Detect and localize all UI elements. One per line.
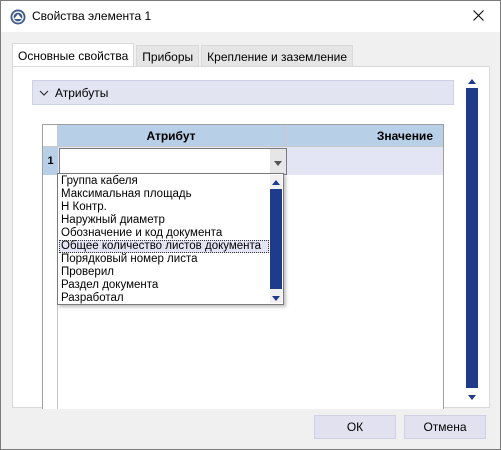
tab-devices[interactable]: Приборы (136, 45, 200, 67)
column-header-label: Атрибут (146, 128, 196, 143)
dropdown-scrollbar[interactable] (270, 175, 282, 303)
tab-label: Приборы (142, 49, 194, 64)
chevron-down-icon (274, 155, 282, 169)
value-cell[interactable] (285, 146, 443, 175)
dropdown-option[interactable]: Порядковый номер листа (59, 253, 269, 266)
dropdown-option[interactable]: Разработал (59, 292, 269, 305)
app-logo-icon (10, 9, 26, 25)
attribute-dropdown-list[interactable]: Группа кабеля Максимальная площадь Н Кон… (57, 173, 284, 305)
row-number-column (43, 175, 58, 410)
dropdown-option[interactable]: Проверил (59, 266, 269, 279)
scroll-down-button[interactable] (270, 291, 282, 303)
tab-basic-properties[interactable]: Основные свойства (12, 43, 135, 67)
section-title: Атрибуты (55, 85, 109, 100)
tab-strip: Основные свойства Приборы Крепление и за… (12, 43, 355, 67)
ok-button[interactable]: ОК (314, 415, 396, 439)
dropdown-option[interactable]: Группа кабеля (59, 175, 269, 188)
grid-header: Атрибут Значение (43, 125, 443, 146)
chevron-down-icon (33, 81, 55, 104)
combobox-dropdown-button[interactable] (270, 149, 286, 174)
table-row[interactable]: 1 (43, 146, 443, 175)
grid-corner (43, 125, 58, 146)
attributes-section-header[interactable]: Атрибуты (32, 80, 454, 105)
scroll-thumb[interactable] (270, 189, 282, 289)
panel-scrollbar[interactable] (466, 74, 478, 402)
attribute-combobox[interactable] (59, 148, 287, 175)
column-header-label: Значение (376, 128, 433, 143)
dropdown-option[interactable]: Максимальная площадь (59, 188, 269, 201)
arrow-up-icon (468, 73, 476, 87)
close-icon (472, 9, 484, 24)
dropdown-option[interactable]: Н Контр. (59, 201, 269, 214)
tab-label: Основные свойства (18, 48, 129, 63)
arrow-down-icon (468, 389, 476, 403)
arrow-up-icon (272, 174, 280, 188)
column-header-attribute[interactable]: Атрибут (58, 125, 285, 146)
close-button[interactable] (456, 1, 500, 32)
attribute-cell[interactable] (58, 146, 287, 175)
dropdown-option-highlighted[interactable]: Общее количество листов документа (59, 240, 269, 253)
tab-label: Крепление и заземление (207, 49, 348, 64)
title-bar: Свойства элемента 1 (1, 1, 500, 32)
dropdown-options: Группа кабеля Максимальная площадь Н Кон… (59, 175, 269, 305)
scroll-up-button[interactable] (466, 74, 478, 86)
scroll-thumb[interactable] (466, 88, 478, 388)
dialog-footer: ОК Отмена (1, 409, 500, 449)
cancel-button[interactable]: Отмена (404, 415, 486, 439)
window-title: Свойства элемента 1 (32, 9, 152, 23)
dropdown-option[interactable]: Наружный диаметр (59, 214, 269, 227)
dialog-window: Свойства элемента 1 Основные свойства Пр… (0, 0, 501, 450)
tab-mounting-grounding[interactable]: Крепление и заземление (201, 45, 354, 67)
row-number: 1 (43, 146, 58, 175)
scroll-down-button[interactable] (466, 390, 478, 402)
column-header-value[interactable]: Значение (285, 125, 443, 146)
dropdown-option[interactable]: Обозначение и код документа (59, 227, 269, 240)
arrow-down-icon (272, 290, 280, 304)
dropdown-option[interactable]: Раздел документа (59, 279, 269, 292)
scroll-up-button[interactable] (270, 175, 282, 187)
